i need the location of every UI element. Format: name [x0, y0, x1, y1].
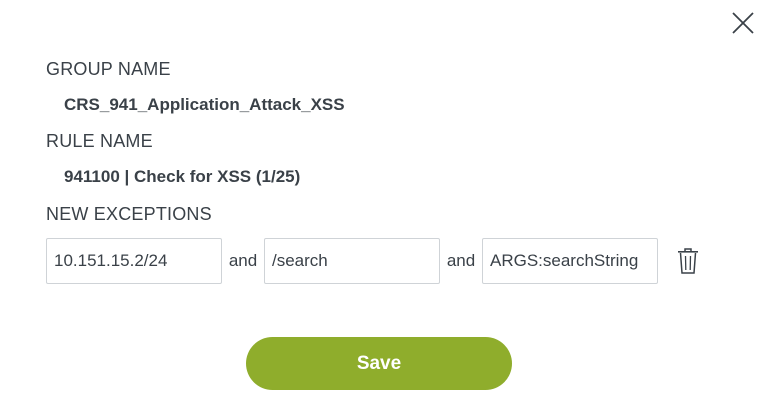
group-name-value: CRS_941_Application_Attack_XSS — [64, 95, 345, 114]
save-button[interactable]: Save — [246, 337, 512, 390]
and-connector: and — [228, 251, 258, 270]
exception-dialog: GROUP NAME CRS_941_Application_Attack_XS… — [0, 0, 767, 406]
exception-ip-input[interactable] — [46, 238, 222, 284]
and-connector: and — [446, 251, 476, 270]
exceptions-row: and and — [46, 238, 700, 284]
close-icon[interactable] — [728, 8, 758, 38]
rule-name-label: RULE NAME — [46, 131, 153, 151]
new-exceptions-label: NEW EXCEPTIONS — [46, 204, 212, 224]
trash-icon[interactable] — [676, 246, 700, 276]
exception-path-input[interactable] — [264, 238, 440, 284]
group-name-label: GROUP NAME — [46, 59, 171, 79]
exception-args-input[interactable] — [482, 238, 658, 284]
rule-name-value: 941100 | Check for XSS (1/25) — [64, 167, 301, 186]
